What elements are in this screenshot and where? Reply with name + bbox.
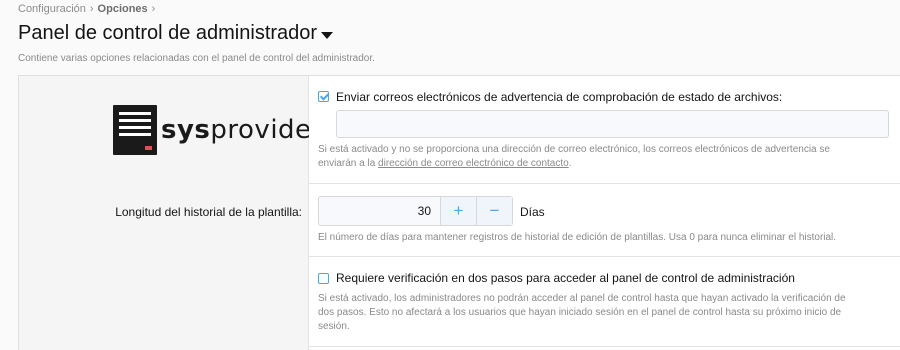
email-warning-label[interactable]: Enviar correos electrónicos de advertenc… xyxy=(336,90,782,104)
sysprovider-logo: sysprovider xyxy=(113,105,323,155)
history-length-hint: El número de días para mantener registro… xyxy=(318,232,837,243)
page-description: Contiene varias opciones relacionadas co… xyxy=(18,53,375,64)
two-step-checkbox[interactable] xyxy=(318,273,329,284)
decrement-button[interactable]: − xyxy=(476,197,512,225)
email-warning-checkbox[interactable] xyxy=(318,91,329,102)
email-warning-section: Enviar correos electrónicos de advertenc… xyxy=(309,76,900,184)
caret-down-icon[interactable] xyxy=(321,31,334,39)
page-title-text: Panel de control de administrador xyxy=(18,22,318,44)
history-length-input[interactable]: 30 xyxy=(319,197,440,225)
breadcrumb-separator-icon: › xyxy=(89,3,94,15)
contact-email-link[interactable]: dirección de correo electrónico de conta… xyxy=(378,158,569,169)
email-warning-hint: Si está activado y no se proporciona una… xyxy=(318,144,830,169)
two-step-label[interactable]: Requiere verificación en dos pasos para … xyxy=(336,271,795,285)
history-length-stepper: 30 + − xyxy=(318,196,513,226)
history-length-label: Longitud del historial de la plantilla: xyxy=(115,205,302,219)
breadcrumb-item-opciones[interactable]: Opciones xyxy=(98,3,148,15)
server-icon xyxy=(113,105,157,155)
controls-column: Enviar correos electrónicos de advertenc… xyxy=(309,76,900,350)
history-length-unit: Días xyxy=(520,205,545,219)
increment-button[interactable]: + xyxy=(440,197,476,225)
options-panel: sysprovider Longitud del historial de la… xyxy=(18,75,900,350)
labels-column: sysprovider Longitud del historial de la… xyxy=(19,76,322,350)
breadcrumb: Configuración › Opciones › xyxy=(18,3,159,15)
breadcrumb-item-configuracion[interactable]: Configuración xyxy=(18,3,86,15)
two-step-section: Requiere verificación en dos pasos para … xyxy=(309,257,900,347)
two-step-hint: Si está activado, los administradores no… xyxy=(318,293,846,332)
page-title[interactable]: Panel de control de administrador xyxy=(18,22,334,45)
email-warning-input[interactable] xyxy=(336,110,889,138)
logo-text: sysprovider xyxy=(161,115,323,145)
breadcrumb-separator-icon: › xyxy=(151,3,156,15)
